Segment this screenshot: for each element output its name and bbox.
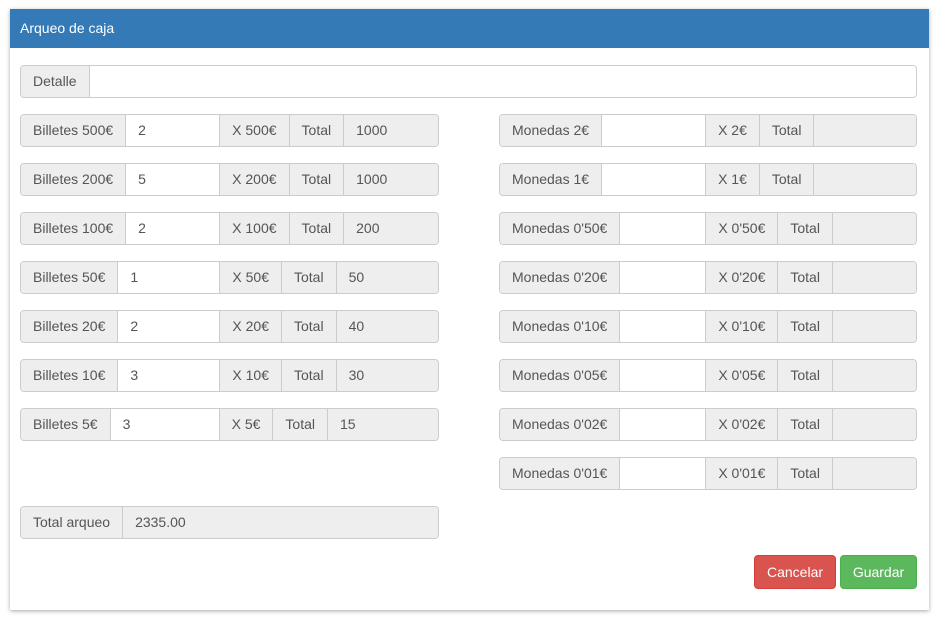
billetes-row: Billetes 20€ 2 X 20€ Total 40 [20, 310, 439, 343]
billetes-total-value: 1000 [344, 164, 438, 195]
billetes-total-label: Total [289, 213, 345, 244]
monedas-multiplier: X 0'50€ [706, 213, 779, 244]
billetes-total-label: Total [289, 115, 345, 146]
billetes-row: Billetes 200€ 5 X 200€ Total 1000 [20, 163, 439, 196]
billetes-multiplier: X 500€ [220, 115, 290, 146]
save-button[interactable]: Guardar [840, 555, 917, 589]
monedas-total-label: Total [778, 458, 833, 489]
monedas-total-label: Total [778, 409, 833, 440]
billetes-label: Billetes 20€ [21, 311, 119, 342]
monedas-qty-input[interactable] [620, 262, 707, 293]
monedas-label: Monedas 2€ [500, 115, 603, 146]
monedas-qty-input[interactable] [620, 360, 707, 391]
monedas-qty-input[interactable] [602, 164, 707, 195]
monedas-total-value [832, 311, 916, 342]
monedas-multiplier: X 1€ [706, 164, 760, 195]
billetes-multiplier: X 50€ [220, 262, 282, 293]
billetes-total-label: Total [289, 164, 345, 195]
monedas-label: Monedas 1€ [500, 164, 603, 195]
monedas-total-value [832, 262, 916, 293]
billetes-multiplier: X 5€ [219, 409, 274, 440]
billetes-qty-input[interactable]: 5 [126, 164, 221, 195]
billetes-label: Billetes 500€ [21, 115, 127, 146]
monedas-total-value [814, 115, 916, 146]
billetes-total-value: 30 [336, 360, 438, 391]
billetes-label: Billetes 100€ [21, 213, 127, 244]
total-arqueo-value: 2335.00 [123, 507, 438, 538]
monedas-total-label: Total [778, 213, 833, 244]
monedas-row: Monedas 0'01€ X 0'01€ Total [499, 457, 917, 490]
monedas-qty-input[interactable] [620, 409, 707, 440]
monedas-total-label: Total [759, 115, 815, 146]
monedas-multiplier: X 0'01€ [706, 458, 779, 489]
monedas-qty-input[interactable] [620, 213, 707, 244]
billetes-multiplier: X 20€ [220, 311, 282, 342]
monedas-row: Monedas 0'05€ X 0'05€ Total [499, 359, 917, 392]
billetes-total-label: Total [281, 360, 337, 391]
monedas-total-label: Total [778, 262, 833, 293]
billetes-total-value: 1000 [344, 115, 438, 146]
billetes-label: Billetes 200€ [21, 164, 127, 195]
monedas-label: Monedas 0'20€ [500, 262, 621, 293]
billetes-label: Billetes 50€ [21, 262, 119, 293]
monedas-row: Monedas 0'20€ X 0'20€ Total [499, 261, 917, 294]
billetes-total-label: Total [281, 262, 337, 293]
monedas-total-label: Total [778, 311, 833, 342]
billetes-row: Billetes 5€ 3 X 5€ Total 15 [20, 408, 439, 441]
billetes-row: Billetes 10€ 3 X 10€ Total 30 [20, 359, 439, 392]
monedas-total-value [832, 409, 916, 440]
billetes-multiplier: X 10€ [220, 360, 282, 391]
monedas-label: Monedas 0'05€ [500, 360, 621, 391]
billetes-total-value: 40 [336, 311, 438, 342]
monedas-row: Monedas 0'50€ X 0'50€ Total [499, 212, 917, 245]
monedas-row: Monedas 0'02€ X 0'02€ Total [499, 408, 917, 441]
billetes-total-value: 200 [344, 213, 438, 244]
billetes-qty-input[interactable]: 3 [118, 360, 221, 391]
monedas-label: Monedas 0'02€ [500, 409, 621, 440]
total-arqueo-group: Total arqueo 2335.00 [20, 506, 439, 539]
monedas-qty-input[interactable] [620, 458, 707, 489]
billetes-total-value: 50 [336, 262, 438, 293]
total-arqueo-label: Total arqueo [21, 507, 124, 538]
billetes-qty-input[interactable]: 2 [126, 115, 221, 146]
monedas-multiplier: X 0'20€ [706, 262, 779, 293]
billetes-multiplier: X 200€ [220, 164, 290, 195]
monedas-multiplier: X 2€ [706, 115, 760, 146]
monedas-label: Monedas 0'10€ [500, 311, 621, 342]
billetes-qty-input[interactable]: 2 [126, 213, 221, 244]
monedas-label: Monedas 0'01€ [500, 458, 621, 489]
monedas-total-value [832, 458, 916, 489]
billetes-total-label: Total [281, 311, 337, 342]
detalle-input[interactable] [89, 66, 916, 97]
detalle-group: Detalle [20, 65, 917, 98]
monedas-multiplier: X 0'10€ [706, 311, 779, 342]
monedas-multiplier: X 0'02€ [706, 409, 779, 440]
monedas-total-value [832, 213, 916, 244]
billetes-total-value: 15 [327, 409, 438, 440]
monedas-row: Monedas 0'10€ X 0'10€ Total [499, 310, 917, 343]
billetes-row: Billetes 50€ 1 X 50€ Total 50 [20, 261, 439, 294]
monedas-qty-input[interactable] [620, 311, 707, 342]
billetes-qty-input[interactable]: 3 [110, 409, 220, 440]
monedas-multiplier: X 0'05€ [706, 360, 779, 391]
monedas-total-label: Total [778, 360, 833, 391]
billetes-multiplier: X 100€ [220, 213, 290, 244]
billetes-total-label: Total [273, 409, 328, 440]
monedas-total-value [832, 360, 916, 391]
monedas-qty-input[interactable] [602, 115, 707, 146]
monedas-total-value [814, 164, 916, 195]
cancel-button[interactable]: Cancelar [754, 555, 836, 589]
billetes-label: Billetes 10€ [21, 360, 119, 391]
panel-title: Arqueo de caja [10, 9, 929, 48]
billetes-qty-input[interactable]: 1 [118, 262, 221, 293]
detalle-label: Detalle [21, 66, 90, 97]
monedas-row: Monedas 2€ X 2€ Total [499, 114, 917, 147]
monedas-label: Monedas 0'50€ [500, 213, 621, 244]
monedas-row: Monedas 1€ X 1€ Total [499, 163, 917, 196]
monedas-total-label: Total [759, 164, 815, 195]
billetes-qty-input[interactable]: 2 [118, 311, 221, 342]
billetes-row: Billetes 100€ 2 X 100€ Total 200 [20, 212, 439, 245]
billetes-label: Billetes 5€ [21, 409, 111, 440]
billetes-row: Billetes 500€ 2 X 500€ Total 1000 [20, 114, 439, 147]
